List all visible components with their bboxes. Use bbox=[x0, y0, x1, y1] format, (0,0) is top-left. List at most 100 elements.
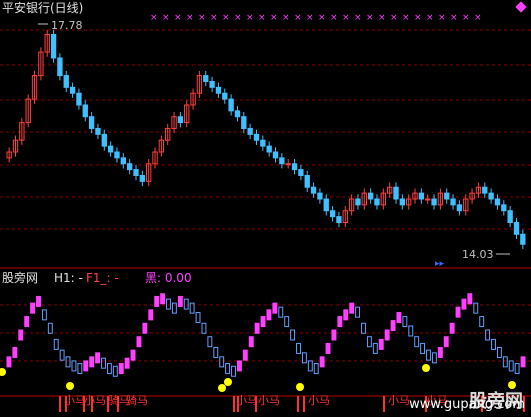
indicator-bar bbox=[366, 336, 372, 348]
indicator-bar bbox=[254, 322, 260, 334]
indicator-bar bbox=[496, 346, 502, 358]
candle-body bbox=[63, 75, 69, 88]
indicator-bar bbox=[36, 295, 41, 307]
candle-body bbox=[272, 151, 279, 159]
indicator-bar bbox=[89, 356, 95, 368]
signal-dot bbox=[296, 383, 304, 391]
indicator-bar bbox=[426, 349, 431, 361]
signal-label: 小马 bbox=[258, 394, 280, 407]
indicator-bar bbox=[41, 309, 47, 321]
indicator-bar bbox=[420, 342, 426, 354]
candle-body bbox=[450, 198, 456, 206]
indicator-bar bbox=[207, 336, 213, 348]
candle-body bbox=[323, 198, 329, 212]
indicator-bar bbox=[95, 352, 101, 364]
indicator-bar bbox=[402, 316, 408, 328]
indicator-bar bbox=[278, 306, 284, 318]
candle-body bbox=[107, 145, 114, 153]
indicator-bar bbox=[443, 336, 449, 348]
marker-x: × bbox=[366, 13, 374, 23]
signal-label: 骑马 bbox=[126, 394, 148, 407]
candle-body bbox=[50, 33, 57, 59]
indicator-bar bbox=[65, 356, 71, 368]
candle-body bbox=[133, 169, 139, 176]
indicator-bar bbox=[136, 336, 142, 348]
chart-canvas: × × × × × × × × × × × × × × × × × × × × × × × × × × × ×小马小马 骑马骑马 小马 小马… bbox=[0, 13, 531, 412]
candle-body bbox=[241, 116, 247, 129]
marker-x: × bbox=[414, 13, 422, 23]
candle-body bbox=[253, 133, 260, 141]
candle-body bbox=[95, 127, 101, 135]
indicator-bar bbox=[301, 352, 307, 364]
candle-body bbox=[114, 151, 120, 159]
candle-body bbox=[336, 216, 342, 224]
candle-body bbox=[228, 98, 234, 112]
indicator-bar bbox=[30, 302, 36, 314]
indicator-bar bbox=[467, 293, 473, 305]
indicator-bar bbox=[372, 342, 378, 354]
indicator-bar bbox=[118, 363, 124, 375]
candle-body bbox=[291, 163, 298, 171]
candle-body bbox=[393, 186, 399, 200]
marker-x: × bbox=[210, 13, 218, 23]
candle-body bbox=[418, 192, 425, 200]
marker-x: × bbox=[294, 13, 302, 23]
candle-body bbox=[494, 198, 501, 206]
indicator-bar bbox=[290, 329, 296, 341]
marker-x: × bbox=[318, 13, 326, 23]
indicator-bar bbox=[284, 316, 290, 328]
indicator-bar bbox=[502, 356, 508, 368]
candle-body bbox=[374, 198, 380, 206]
marker-x: × bbox=[150, 13, 158, 23]
signal-label: 小马 bbox=[64, 394, 86, 407]
candle-body bbox=[126, 163, 133, 171]
price-high-label: 17.78 bbox=[51, 19, 83, 32]
indicator-bar bbox=[77, 363, 83, 375]
scroll-arrows: ▸▸ bbox=[435, 259, 445, 269]
candle-body bbox=[425, 198, 431, 201]
indicator-bar bbox=[307, 360, 313, 372]
indicator-bar bbox=[130, 349, 136, 361]
indicator-bar bbox=[508, 360, 514, 372]
candle-body bbox=[355, 198, 361, 206]
marker-x: × bbox=[354, 13, 362, 23]
candle-body bbox=[444, 192, 450, 200]
indicator-bar bbox=[272, 302, 278, 314]
indicator-bar bbox=[12, 346, 18, 358]
indicator-bar bbox=[154, 295, 160, 307]
candle-body bbox=[203, 75, 209, 82]
indicator-bar bbox=[355, 306, 361, 318]
marker-x: × bbox=[186, 13, 194, 23]
candle-body bbox=[88, 116, 95, 129]
indicator-bar bbox=[520, 356, 526, 368]
indicator-bar bbox=[53, 338, 59, 350]
indicator-bar bbox=[112, 365, 118, 377]
marker-x: × bbox=[258, 13, 266, 23]
candle-body bbox=[310, 186, 317, 194]
marker-x: × bbox=[330, 13, 338, 23]
indicator-h1-value: H1: - bbox=[54, 271, 83, 285]
candle-body bbox=[82, 104, 88, 118]
indicator-bar bbox=[101, 357, 106, 369]
marker-x: × bbox=[246, 13, 254, 23]
candle-body bbox=[101, 133, 107, 147]
candle-body bbox=[177, 116, 184, 124]
chart-window: × × × × × × × × × × × × × × × × × × × × × × × × × × × × 小马 小马 骑马 骑马 小马 小马… bbox=[0, 0, 531, 417]
indicator-bar bbox=[408, 325, 414, 337]
marker-x: × bbox=[174, 13, 182, 23]
indicator-bar bbox=[390, 320, 396, 332]
indicator-bar bbox=[260, 316, 266, 328]
candle-body bbox=[456, 204, 463, 212]
candle-body bbox=[488, 192, 494, 200]
indicator-bar bbox=[331, 329, 337, 341]
indicator-bar bbox=[225, 363, 231, 375]
marker-x: × bbox=[222, 13, 230, 23]
indicator-f1-value: F1_: - bbox=[86, 271, 119, 285]
marker-x: × bbox=[270, 13, 278, 23]
marker-x: × bbox=[426, 13, 434, 23]
indicator-bar bbox=[343, 309, 349, 321]
indicator-bar bbox=[195, 312, 201, 324]
marker-x: × bbox=[474, 13, 482, 23]
candle-body bbox=[279, 157, 285, 165]
watermark-url: www.gupang.com bbox=[409, 397, 525, 412]
